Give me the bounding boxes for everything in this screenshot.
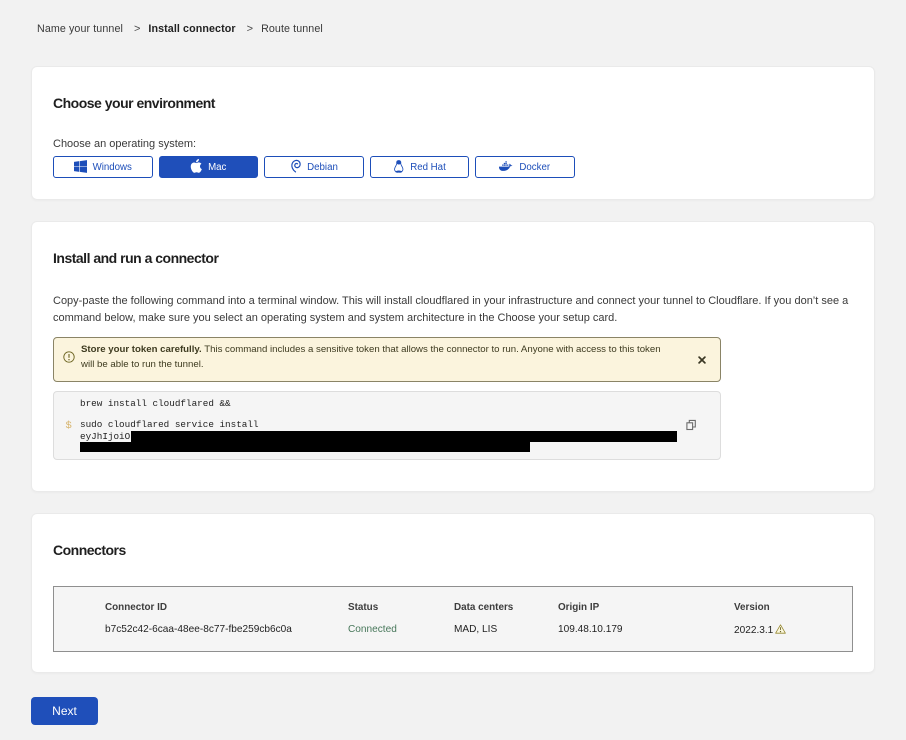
- col-header-data-centers: Data centers: [454, 602, 513, 613]
- cell-origin-ip: 109.48.10.179: [558, 624, 623, 635]
- os-button-mac[interactable]: Mac: [159, 156, 259, 178]
- install-connector-card: Install and run a connector Copy-paste t…: [31, 221, 875, 492]
- environment-card-title: Choose your environment: [53, 95, 853, 111]
- breadcrumb-install-connector[interactable]: Install connector: [148, 23, 235, 35]
- copy-icon[interactable]: [686, 418, 696, 433]
- col-header-version: Version: [734, 602, 770, 613]
- os-button-label: Debian: [307, 162, 338, 173]
- connector-description: Copy-paste the following command into a …: [53, 293, 853, 326]
- shell-prompt: $: [66, 420, 72, 432]
- command-line-4: [80, 441, 677, 452]
- os-button-row: Windows Mac Debian Red Hat: [53, 156, 853, 178]
- breadcrumb-name-your-tunnel[interactable]: Name your tunnel: [37, 23, 123, 35]
- install-command-text: brew install cloudflared && sudo cloudfl…: [80, 399, 677, 452]
- token-warning-banner: Store your token carefully. This command…: [53, 337, 721, 382]
- redacted-token-bar-2: [80, 442, 530, 452]
- close-icon[interactable]: [698, 356, 706, 364]
- cell-data-centers: MAD, LIS: [454, 624, 497, 635]
- token-warning-text: Store your token carefully. This command…: [81, 342, 671, 372]
- next-button[interactable]: Next: [31, 697, 98, 725]
- os-button-docker[interactable]: Docker: [475, 156, 575, 178]
- breadcrumb: Name your tunnel > Install connector > R…: [31, 0, 875, 36]
- command-line-2: sudo cloudflared service install: [80, 420, 677, 431]
- token-prefix: eyJhIjoiO: [80, 431, 130, 442]
- breadcrumb-separator: >: [247, 23, 253, 35]
- apple-icon: [190, 159, 202, 173]
- os-button-label: Docker: [519, 162, 550, 173]
- warning-triangle-icon: [775, 624, 786, 637]
- version-value: 2022.3.1: [734, 625, 773, 636]
- connector-card-title: Install and run a connector: [53, 250, 853, 266]
- os-button-redhat[interactable]: Red Hat: [370, 156, 470, 178]
- os-select-label: Choose an operating system:: [53, 138, 853, 150]
- footer: Next: [31, 697, 875, 725]
- col-header-connector-id: Connector ID: [105, 602, 167, 613]
- tux-icon: [393, 160, 405, 173]
- windows-icon: [74, 160, 87, 173]
- connectors-card-title: Connectors: [53, 542, 853, 558]
- docker-icon: [499, 161, 513, 172]
- install-command-codeblock: $ brew install cloudflared && sudo cloud…: [53, 391, 721, 460]
- os-button-label: Windows: [93, 162, 132, 173]
- os-button-label: Mac: [208, 162, 226, 173]
- choose-environment-card: Choose your environment Choose an operat…: [31, 66, 875, 200]
- cell-version: 2022.3.1: [734, 624, 786, 637]
- cell-status: Connected: [348, 624, 397, 635]
- connectors-table: Connector ID Status Data centers Origin …: [53, 586, 853, 652]
- col-header-origin-ip: Origin IP: [558, 602, 599, 613]
- col-header-status: Status: [348, 602, 378, 613]
- token-warning-title: Store your token carefully.: [81, 344, 202, 355]
- os-button-debian[interactable]: Debian: [264, 156, 364, 178]
- command-line-3: eyJhIjoiO: [80, 431, 677, 442]
- breadcrumb-separator: >: [134, 23, 140, 35]
- debian-icon: [290, 159, 302, 173]
- os-button-label: Red Hat: [410, 162, 446, 173]
- redacted-token-bar-1: [131, 431, 677, 442]
- info-icon: [63, 351, 75, 363]
- command-line-1: brew install cloudflared &&: [80, 399, 677, 410]
- breadcrumb-route-tunnel[interactable]: Route tunnel: [261, 23, 323, 35]
- page: Name your tunnel > Install connector > R…: [0, 0, 906, 725]
- os-button-windows[interactable]: Windows: [53, 156, 153, 178]
- connectors-card: Connectors Connector ID Status Data cent…: [31, 513, 875, 673]
- cell-connector-id[interactable]: b7c52c42-6caa-48ee-8c77-fbe259cb6c0a: [105, 624, 292, 635]
